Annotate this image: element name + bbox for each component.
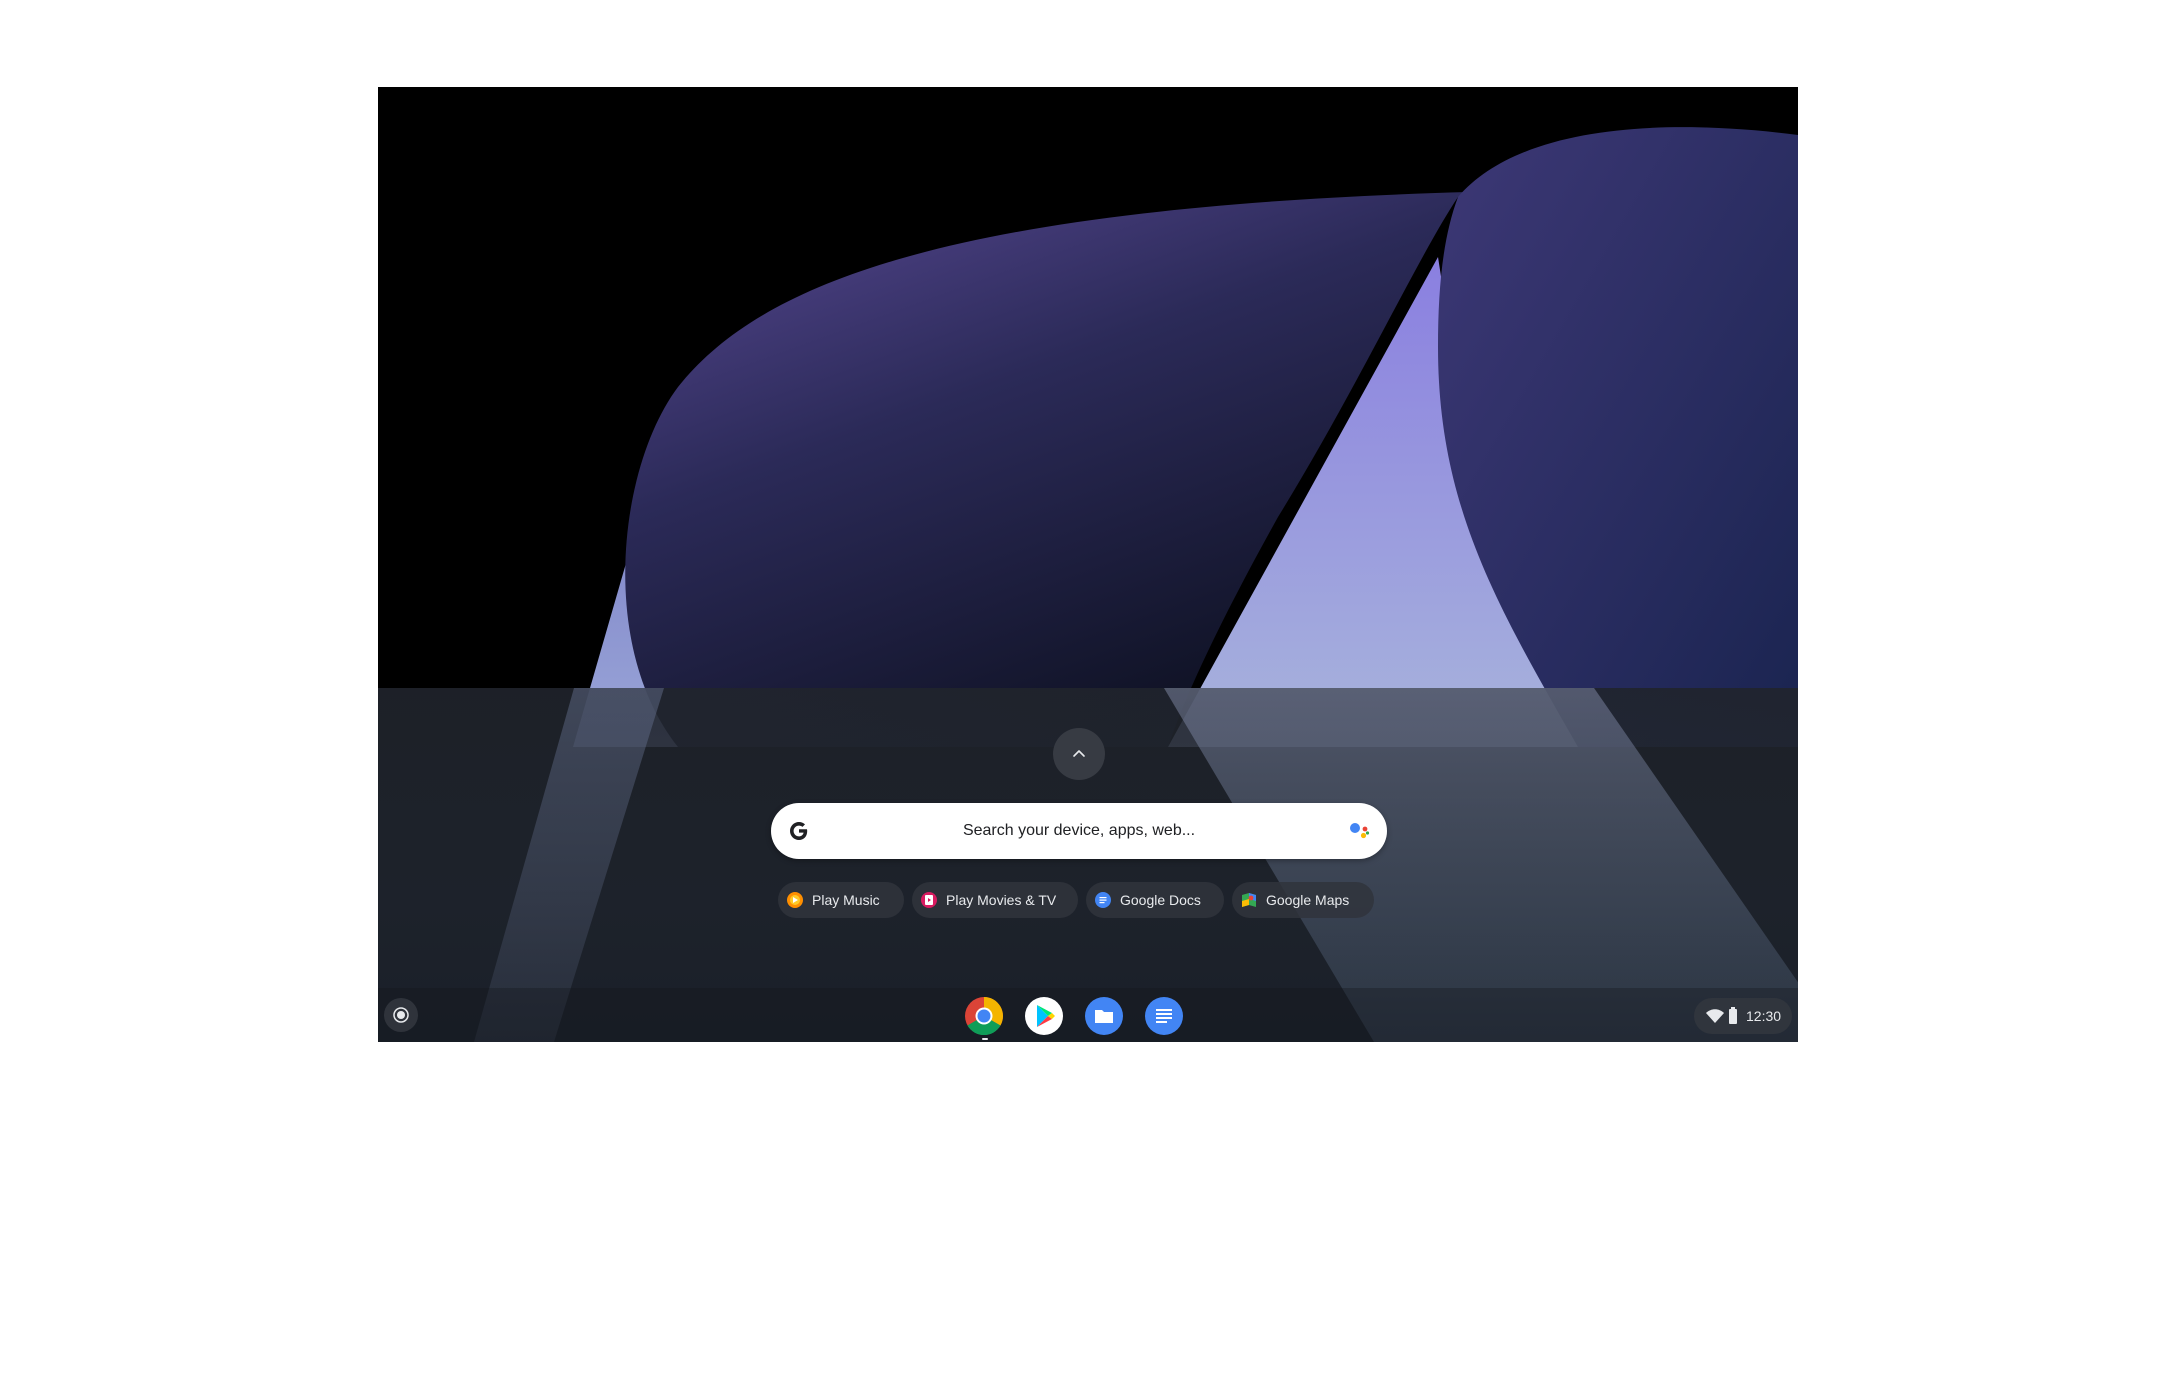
search-placeholder: Search your device, apps, web...: [962, 822, 1196, 839]
chromeos-screen: Search your device, apps, web... Play Mu…: [378, 87, 1798, 1042]
battery-icon: [1729, 1007, 1737, 1024]
suggestion-chips: Play Music Play Movies & TV Google Docs: [378, 882, 1798, 920]
play-movies-icon: [921, 892, 937, 908]
suggestion-chip-play-movies[interactable]: Play Movies & TV: [912, 882, 1078, 918]
app-launcher-peeking: Search your device, apps, web... Play Mu…: [378, 688, 1798, 1042]
chrome-icon: [965, 997, 1003, 1035]
suggestion-chip-play-music[interactable]: Play Music: [778, 882, 904, 918]
chip-label: Google Docs: [1120, 892, 1201, 908]
chevron-up-icon: [1073, 750, 1085, 757]
chip-label: Play Music: [812, 892, 880, 908]
suggestion-chip-google-maps[interactable]: Google Maps: [1232, 882, 1374, 918]
google-docs-icon: [1095, 892, 1111, 908]
wifi-icon: [1706, 1009, 1724, 1023]
google-assistant-icon[interactable]: [1345, 817, 1373, 845]
status-area[interactable]: 12:30: [1694, 998, 1792, 1034]
clock-time: 12:30: [1746, 1008, 1782, 1024]
play-music-icon: [787, 892, 803, 908]
files-icon: [1085, 997, 1123, 1035]
running-indicator: [982, 1038, 988, 1040]
shelf-app-docs[interactable]: [1144, 996, 1184, 1036]
suggestion-chip-google-docs[interactable]: Google Docs: [1086, 882, 1224, 918]
launcher-button[interactable]: [384, 998, 418, 1032]
chip-label: Play Movies & TV: [946, 892, 1057, 908]
shelf-app-chrome[interactable]: [964, 996, 1004, 1040]
launcher-circle-icon: [393, 1007, 409, 1023]
launcher-search-box[interactable]: Search your device, apps, web...: [771, 803, 1387, 859]
shelf: 12:30: [378, 988, 1798, 1042]
chip-label: Google Maps: [1266, 892, 1350, 908]
shelf-app-files[interactable]: [1084, 996, 1124, 1036]
expand-launcher-button[interactable]: [1053, 728, 1105, 780]
google-maps-icon: [1242, 893, 1256, 907]
docs-icon: [1145, 997, 1183, 1035]
shelf-app-play-store[interactable]: [1024, 996, 1064, 1036]
play-store-icon: [1025, 997, 1063, 1035]
